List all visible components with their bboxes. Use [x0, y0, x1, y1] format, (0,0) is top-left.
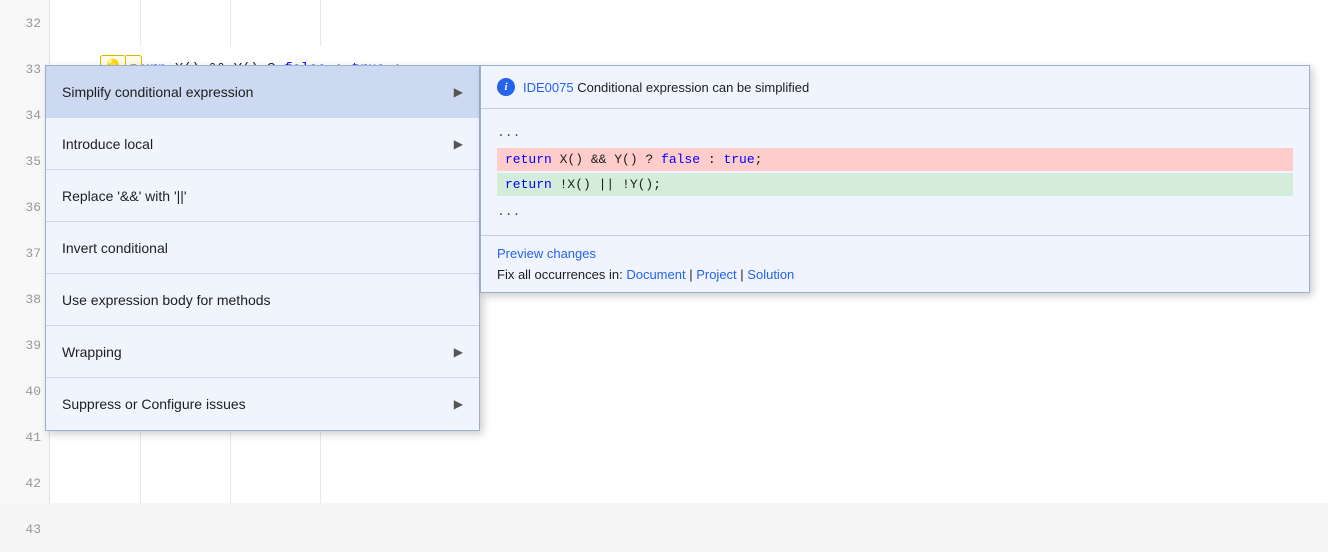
line-num-33: 33: [0, 46, 49, 92]
editor-line-43: [50, 506, 1328, 552]
removed-return-kw: return: [505, 152, 552, 167]
line-num-41: 41: [0, 414, 49, 460]
preview-footer: Preview changes Fix all occurrences in: …: [481, 235, 1309, 292]
line-num-38: 38: [0, 276, 49, 322]
line-num-36: 36: [0, 184, 49, 230]
menu-item-invert-conditional[interactable]: Invert conditional: [46, 222, 479, 274]
preview-code-added: return !X() || !Y();: [497, 173, 1293, 196]
removed-false-kw: false: [661, 152, 700, 167]
preview-dots-bottom: ...: [497, 204, 1293, 219]
menu-item-introduce-local[interactable]: Introduce local ▶: [46, 118, 479, 170]
menu-item-simplify-arrow: ▶: [454, 85, 463, 99]
info-icon: i: [497, 78, 515, 96]
removed-true-kw: true: [723, 152, 754, 167]
editor-line-42: [50, 460, 1328, 506]
preview-changes-link[interactable]: Preview changes: [497, 246, 1293, 261]
menu-item-wrapping-arrow: ▶: [454, 345, 463, 359]
preview-title: IDE0075 Conditional expression can be si…: [523, 80, 809, 95]
added-return-kw: return: [505, 177, 552, 192]
preview-code-removed: return X() && Y() ? false : true;: [497, 148, 1293, 171]
line-num-32: 32: [0, 0, 49, 46]
menu-item-replace-and-label: Replace '&&' with '||': [62, 188, 187, 204]
menu-item-expression-body[interactable]: Use expression body for methods: [46, 274, 479, 326]
context-menu: Simplify conditional expression ▶ Introd…: [45, 65, 480, 431]
menu-item-expression-body-label: Use expression body for methods: [62, 292, 271, 308]
menu-item-simplify[interactable]: Simplify conditional expression ▶: [46, 66, 479, 118]
menu-item-replace-and[interactable]: Replace '&&' with '||': [46, 170, 479, 222]
fix-all-line: Fix all occurrences in: Document | Proje…: [497, 267, 1293, 282]
menu-item-suppress-label: Suppress or Configure issues: [62, 396, 246, 412]
line-num-37: 37: [0, 230, 49, 276]
preview-dots-top: ...: [497, 125, 1293, 140]
menu-item-wrapping[interactable]: Wrapping ▶: [46, 326, 479, 378]
preview-header: i IDE0075 Conditional expression can be …: [481, 66, 1309, 109]
line-num-40: 40: [0, 368, 49, 414]
line-num-39: 39: [0, 322, 49, 368]
line-num-42: 42: [0, 460, 49, 506]
menu-item-simplify-label: Simplify conditional expression: [62, 84, 253, 100]
preview-panel: i IDE0075 Conditional expression can be …: [480, 65, 1310, 293]
ide-code: IDE0075: [523, 80, 574, 95]
menu-item-introduce-local-label: Introduce local: [62, 136, 153, 152]
editor-line-32: [50, 0, 1328, 46]
menu-item-introduce-local-arrow: ▶: [454, 137, 463, 151]
menu-item-suppress[interactable]: Suppress or Configure issues ▶: [46, 378, 479, 430]
line-num-43: 43: [0, 506, 49, 552]
fix-document-link[interactable]: Document: [626, 267, 685, 282]
fix-solution-link[interactable]: Solution: [747, 267, 794, 282]
line-num-34: 34: [0, 92, 49, 138]
menu-item-wrapping-label: Wrapping: [62, 344, 122, 360]
menu-item-invert-conditional-label: Invert conditional: [62, 240, 168, 256]
preview-title-text: Conditional expression can be simplified: [574, 80, 810, 95]
line-numbers: 32 33 34 35 36 37 38 39 40 41 42 43: [0, 0, 50, 503]
fix-project-link[interactable]: Project: [696, 267, 736, 282]
line-num-35: 35: [0, 138, 49, 184]
menu-item-suppress-arrow: ▶: [454, 397, 463, 411]
fix-all-prefix: Fix all occurrences in:: [497, 267, 626, 282]
preview-body: ... return X() && Y() ? false : true; re…: [481, 109, 1309, 235]
